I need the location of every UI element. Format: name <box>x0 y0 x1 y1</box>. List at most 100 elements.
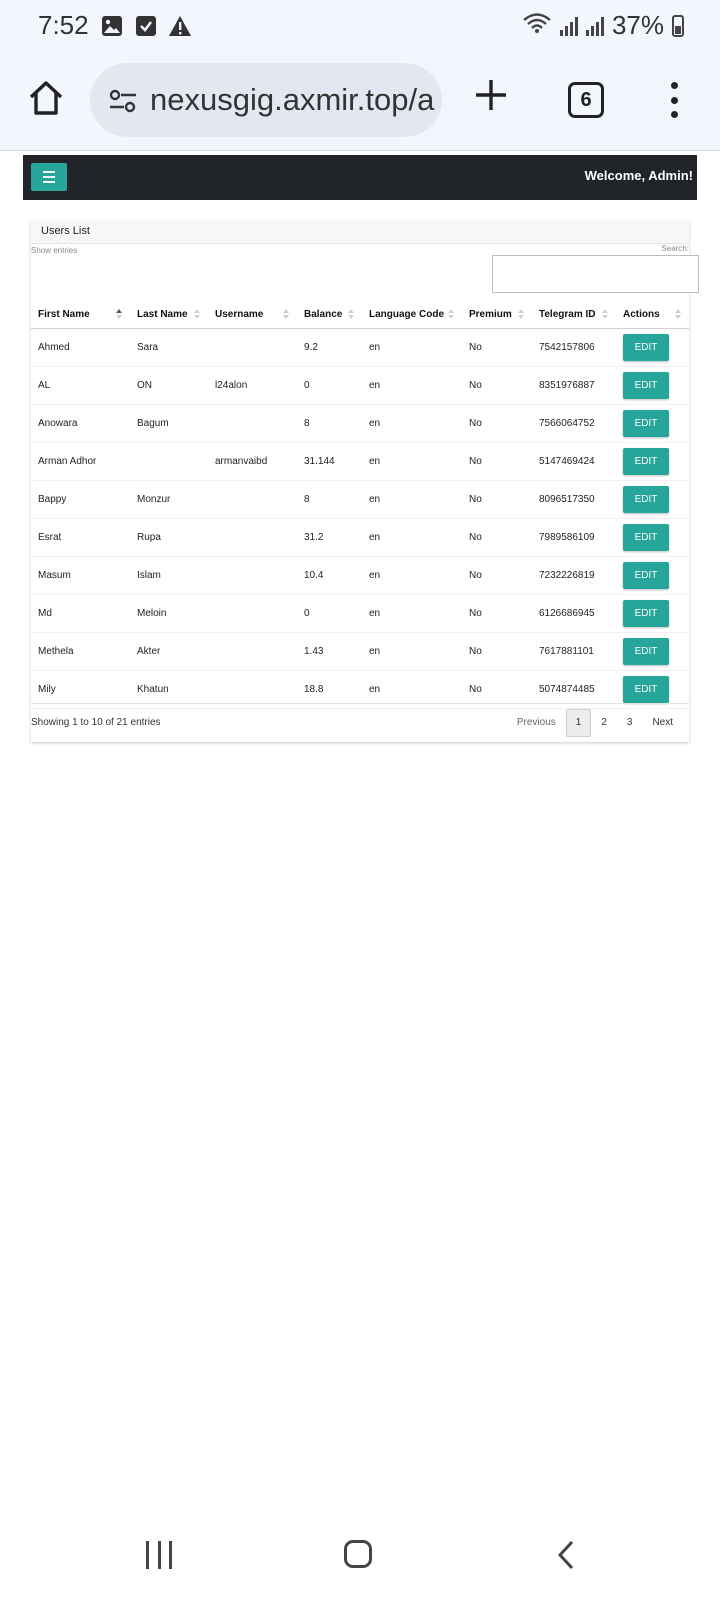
pagination-next[interactable]: Next <box>642 710 683 736</box>
system-nav-bar <box>0 1500 720 1600</box>
telegram-id-cell: 7566064752 <box>532 404 616 443</box>
more-icon <box>670 82 678 89</box>
signal-icon <box>559 16 578 36</box>
edit-button[interactable]: EDIT <box>623 638 669 665</box>
telegram-id-cell: 6126686945 <box>532 594 616 633</box>
browser-home-button[interactable] <box>26 78 66 118</box>
new-tab-button[interactable] <box>472 76 510 114</box>
back-icon[interactable] <box>556 1540 576 1570</box>
premium-cell: No <box>462 518 532 557</box>
first-name-cell: Anowara <box>31 404 130 443</box>
sort-icon <box>283 309 289 319</box>
table-row: AL ON l24alon 0 en No 8351976887 EDIT <box>31 366 689 405</box>
table-row: Ahmed Sara 9.2 en No 7542157806 EDIT <box>31 328 689 367</box>
username-cell <box>208 518 297 557</box>
battery-percent: 37% <box>611 10 664 40</box>
show-entries-label: Show entries <box>31 246 78 255</box>
search-input[interactable] <box>492 255 699 293</box>
pagination-page-1[interactable]: 1 <box>565 709 592 737</box>
column-header-first-name[interactable]: First Name <box>31 300 130 329</box>
actions-cell: EDIT <box>616 366 689 405</box>
table-row: Anowara Bagum 8 en No 7566064752 EDIT <box>31 404 689 443</box>
language-code-cell: en <box>362 594 462 633</box>
browser-menu-button[interactable] <box>670 82 678 118</box>
language-code-cell: en <box>362 480 462 519</box>
wifi-icon <box>522 10 552 41</box>
table-header-row: First Name Last Name Username Balance La… <box>31 300 689 329</box>
column-header-username[interactable]: Username <box>208 300 297 329</box>
users-table: First Name Last Name Username Balance La… <box>31 300 689 709</box>
edit-button[interactable]: EDIT <box>623 600 669 627</box>
users-table-body: Ahmed Sara 9.2 en No 7542157806 EDIT AL ON l24alo… <box>31 328 689 709</box>
column-header-balance[interactable]: Balance <box>297 300 362 329</box>
table-row: Masum Islam 10.4 en No 7232226819 EDIT <box>31 556 689 595</box>
first-name-cell: Esrat <box>31 518 130 557</box>
table-row: Esrat Rupa 31.2 en No 7989586109 EDIT <box>31 518 689 557</box>
balance-cell: 8 <box>297 404 362 443</box>
last-name-cell: Rupa <box>130 518 208 557</box>
edit-button[interactable]: EDIT <box>623 410 669 437</box>
pagination-page-3[interactable]: 3 <box>617 710 643 736</box>
welcome-text: Welcome, Admin! <box>584 168 693 183</box>
card-header: Users List <box>31 221 689 244</box>
sort-icon <box>675 309 681 319</box>
address-bar[interactable]: nexusgig.axmir.top/a <box>90 63 442 137</box>
first-name-cell: Arman Adhor <box>31 442 130 481</box>
sort-icon <box>448 309 454 319</box>
username-cell: l24alon <box>208 366 297 405</box>
username-cell <box>208 404 297 443</box>
table-footer: Showing 1 to 10 of 21 entries Previous 1… <box>31 703 689 743</box>
tab-switcher-button[interactable]: 6 <box>568 82 604 118</box>
showing-entries-info: Showing 1 to 10 of 21 entries <box>31 717 161 728</box>
premium-cell: No <box>462 442 532 481</box>
edit-button[interactable]: EDIT <box>623 676 669 703</box>
table-row: Md Meloin 0 en No 6126686945 EDIT <box>31 594 689 633</box>
recent-apps-icon[interactable] <box>146 1541 172 1569</box>
username-cell <box>208 632 297 671</box>
premium-cell: No <box>462 632 532 671</box>
url-text[interactable]: nexusgig.axmir.top/a <box>150 82 434 118</box>
edit-button[interactable]: EDIT <box>623 334 669 361</box>
column-header-premium[interactable]: Premium <box>462 300 532 329</box>
balance-cell: 31.2 <box>297 518 362 557</box>
balance-cell: 0 <box>297 366 362 405</box>
column-header-actions[interactable]: Actions <box>616 300 689 329</box>
site-settings-icon[interactable] <box>108 87 138 115</box>
premium-cell: No <box>462 366 532 405</box>
sort-icon <box>602 309 608 319</box>
edit-button[interactable]: EDIT <box>623 448 669 475</box>
sidebar-toggle-button[interactable] <box>31 163 67 191</box>
table-row: Arman Adhor armanvaibd 31.144 en No 514746942… <box>31 442 689 481</box>
table-row: Bappy Monzur 8 en No 8096517350 EDIT <box>31 480 689 519</box>
column-header-last-name[interactable]: Last Name <box>130 300 208 329</box>
pagination-page-2[interactable]: 2 <box>591 710 617 736</box>
premium-cell: No <box>462 328 532 367</box>
users-card: Users List Show entries Search: First Na… <box>31 221 699 743</box>
username-cell <box>208 328 297 367</box>
pagination: Previous 1 2 3 Next <box>507 709 683 737</box>
first-name-cell: Ahmed <box>31 328 130 367</box>
edit-button[interactable]: EDIT <box>623 486 669 513</box>
telegram-id-cell: 7617881101 <box>532 632 616 671</box>
last-name-cell <box>130 442 208 481</box>
balance-cell: 8 <box>297 480 362 519</box>
image-icon <box>100 14 124 38</box>
balance-cell: 9.2 <box>297 328 362 367</box>
actions-cell: EDIT <box>616 442 689 481</box>
battery-icon <box>672 14 684 37</box>
language-code-cell: en <box>362 366 462 405</box>
last-name-cell: Monzur <box>130 480 208 519</box>
actions-cell: EDIT <box>616 556 689 595</box>
column-header-telegram-id[interactable]: Telegram ID <box>532 300 616 329</box>
language-code-cell: en <box>362 518 462 557</box>
edit-button[interactable]: EDIT <box>623 562 669 589</box>
column-header-language-code[interactable]: Language Code <box>362 300 462 329</box>
warning-icon <box>168 14 192 38</box>
first-name-cell: Masum <box>31 556 130 595</box>
home-icon[interactable] <box>344 1540 372 1568</box>
pagination-previous[interactable]: Previous <box>507 710 566 736</box>
actions-cell: EDIT <box>616 632 689 671</box>
actions-cell: EDIT <box>616 404 689 443</box>
edit-button[interactable]: EDIT <box>623 372 669 399</box>
edit-button[interactable]: EDIT <box>623 524 669 551</box>
